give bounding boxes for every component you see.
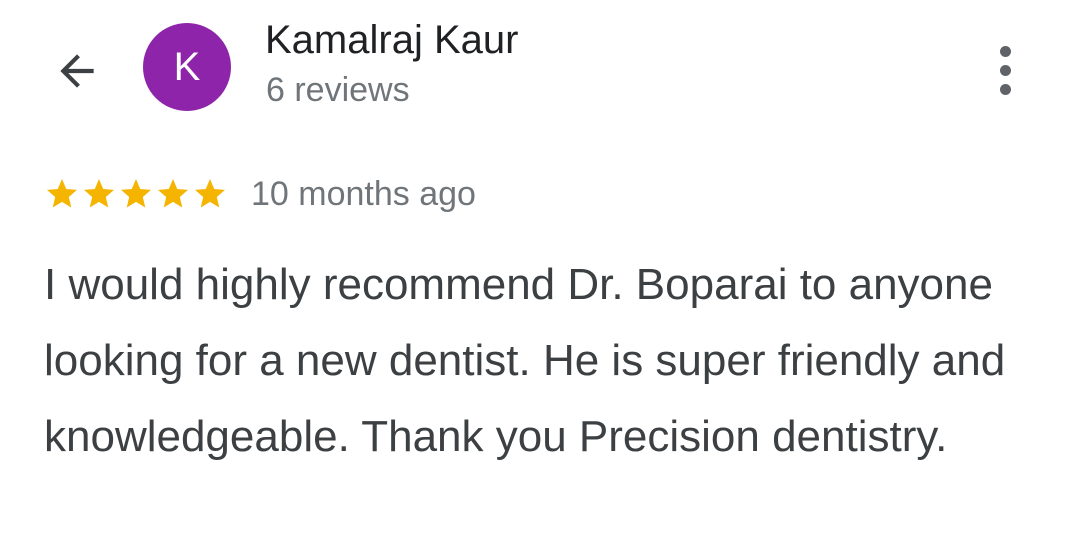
- review-page: K Kamalraj Kaur 6 reviews 10 months ago …: [0, 0, 1080, 544]
- avatar[interactable]: K: [143, 23, 231, 111]
- back-button[interactable]: [50, 44, 104, 98]
- review-text: I would highly recommend Dr. Boparai to …: [44, 260, 1006, 461]
- star-icon: [158, 179, 188, 208]
- review-time: 10 months ago: [251, 175, 476, 213]
- reviewer-review-count: 6 reviews: [266, 71, 410, 109]
- avatar-initial: K: [173, 44, 201, 89]
- more-options-button[interactable]: [980, 40, 1030, 100]
- star-icon: [47, 179, 77, 208]
- more-vert-icon: [999, 45, 1011, 57]
- rating-row: 10 months ago: [44, 172, 476, 216]
- star-icon: [84, 179, 114, 208]
- star-icon: [195, 179, 225, 208]
- star-icon: [121, 179, 151, 208]
- reviewer-name[interactable]: Kamalraj Kaur: [265, 16, 518, 64]
- arrow-back-icon: [60, 54, 94, 88]
- star-rating: [44, 176, 228, 212]
